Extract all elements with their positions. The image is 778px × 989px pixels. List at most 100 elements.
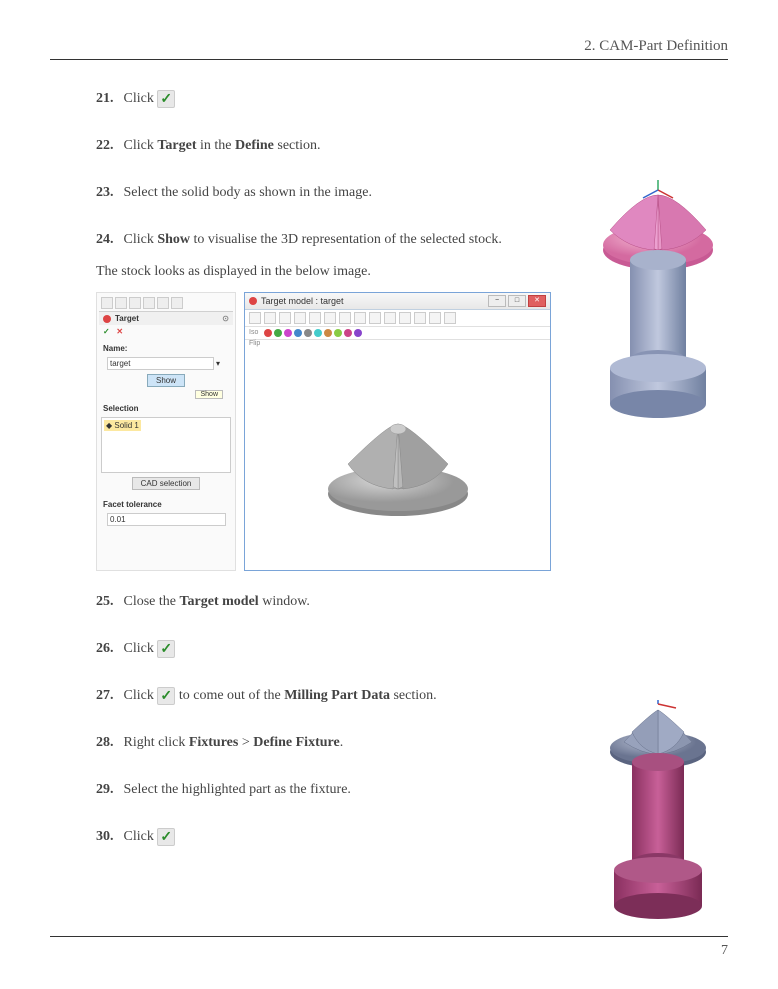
selection-label: Selection [99,402,233,415]
step-text: to visualise the 3D representation of th… [190,232,502,247]
page-number: 7 [721,943,728,958]
color-swatch-icon[interactable] [334,329,342,337]
viewer-color-toolbar: Iso [245,327,550,340]
color-swatch-icon[interactable] [304,329,312,337]
bold-term: Target model [180,594,259,609]
step-number: 25. [96,591,120,612]
show-tooltip: Show [195,390,223,399]
panel-actions: ✓ ✕ [99,325,233,338]
bold-term: Target [157,138,196,153]
check-icon [157,687,175,705]
figure-fixture-body [588,700,728,930]
toolbar-icon[interactable] [339,312,351,324]
panel-title-text: Target [115,314,139,323]
name-input[interactable]: target [107,357,214,370]
close-icon[interactable]: ✕ [528,295,546,307]
toolbar-icon[interactable] [384,312,396,324]
tab-icon[interactable] [143,297,155,309]
target-panel: Target ⊙ ✓ ✕ Name: target ▾ Show Show Se… [96,292,236,571]
step-text: Click [124,829,158,844]
facet-input[interactable]: 0.01 [107,513,226,526]
bold-term: Fixtures [189,735,239,750]
maximize-icon[interactable]: □ [508,295,526,307]
figure-target-body [588,180,728,420]
toolbar-icon[interactable] [294,312,306,324]
list-item[interactable]: ◆ Solid 1 [104,420,141,431]
viewer-3d-area[interactable] [245,347,550,570]
step-text: Close the [124,594,180,609]
tab-icon[interactable] [101,297,113,309]
document-page: 2. CAM-Part Definition 21. Click 22. Cli… [0,0,778,989]
step-text: Select the highlighted part as the fixtu… [124,782,351,797]
toolbar-icon[interactable] [369,312,381,324]
bold-term: Define [235,138,274,153]
app-icon [249,297,257,305]
toolbar-icon[interactable] [309,312,321,324]
step-text: Click [124,138,158,153]
bold-term: Show [157,232,190,247]
step-text: Right click [124,735,189,750]
toolbar-icon[interactable] [444,312,456,324]
toolbar-icon[interactable] [429,312,441,324]
step-text: > [238,735,253,750]
cancel-icon[interactable]: ✕ [116,327,123,336]
step-number: 24. [96,229,120,250]
step-number: 23. [96,182,120,203]
tab-icon[interactable] [129,297,141,309]
panel-title-row: Target ⊙ [99,312,233,325]
toolbar-icon[interactable] [264,312,276,324]
name-label: Name: [99,342,233,355]
color-swatch-icon[interactable] [294,329,302,337]
cad-selection-button[interactable]: CAD selection [132,477,201,490]
toolbar-icon[interactable] [249,312,261,324]
color-swatch-icon[interactable] [354,329,362,337]
selection-list[interactable]: ◆ Solid 1 [101,417,231,473]
show-button[interactable]: Show [147,374,185,387]
confirm-icon[interactable]: ✓ [103,327,110,336]
step-text: Click [124,232,158,247]
toolbar-icon[interactable] [324,312,336,324]
step-number: 22. [96,135,120,156]
color-swatch-icon[interactable] [264,329,272,337]
step-number: 27. [96,685,120,706]
facet-label: Facet tolerance [99,498,233,511]
toolbar-icon[interactable] [399,312,411,324]
color-swatch-icon[interactable] [274,329,282,337]
step-number: 30. [96,826,120,847]
bold-term: Milling Part Data [284,688,390,703]
step-text: Click [124,91,158,106]
check-icon [157,828,175,846]
section-title: 2. CAM-Part Definition [584,38,728,54]
dropdown-arrow-icon[interactable]: ▾ [216,359,220,368]
target-dot-icon [103,315,111,323]
target-model-window: Target model : target − □ ✕ [244,292,551,571]
minimize-icon[interactable]: − [488,295,506,307]
step-text: section. [274,138,321,153]
color-swatch-icon[interactable] [344,329,352,337]
toolbar-icon[interactable] [279,312,291,324]
iso-label: Iso [249,329,262,337]
step-text: Click [124,641,158,656]
check-icon [157,640,175,658]
step-number: 29. [96,779,120,800]
toolbar-icon[interactable] [354,312,366,324]
step-number: 28. [96,732,120,753]
page-footer: 7 [50,936,728,959]
tab-icon[interactable] [157,297,169,309]
color-swatch-icon[interactable] [284,329,292,337]
step-text: in the [197,138,236,153]
step-text: window. [259,594,310,609]
tab-icon[interactable] [115,297,127,309]
step-22: 22. Click Target in the Define section. [96,135,728,156]
step-text: Select the solid body as shown in the im… [124,185,372,200]
list-item-label: Solid 1 [114,421,138,430]
step-number: 26. [96,638,120,659]
color-swatch-icon[interactable] [314,329,322,337]
tab-icon[interactable] [171,297,183,309]
collapse-icon[interactable]: ⊙ [222,314,229,323]
step-26: 26. Click [96,638,728,659]
color-swatch-icon[interactable] [324,329,332,337]
toolbar-icon[interactable] [414,312,426,324]
step-25: 25. Close the Target model window. [96,591,728,612]
step-text: Click [124,688,158,703]
